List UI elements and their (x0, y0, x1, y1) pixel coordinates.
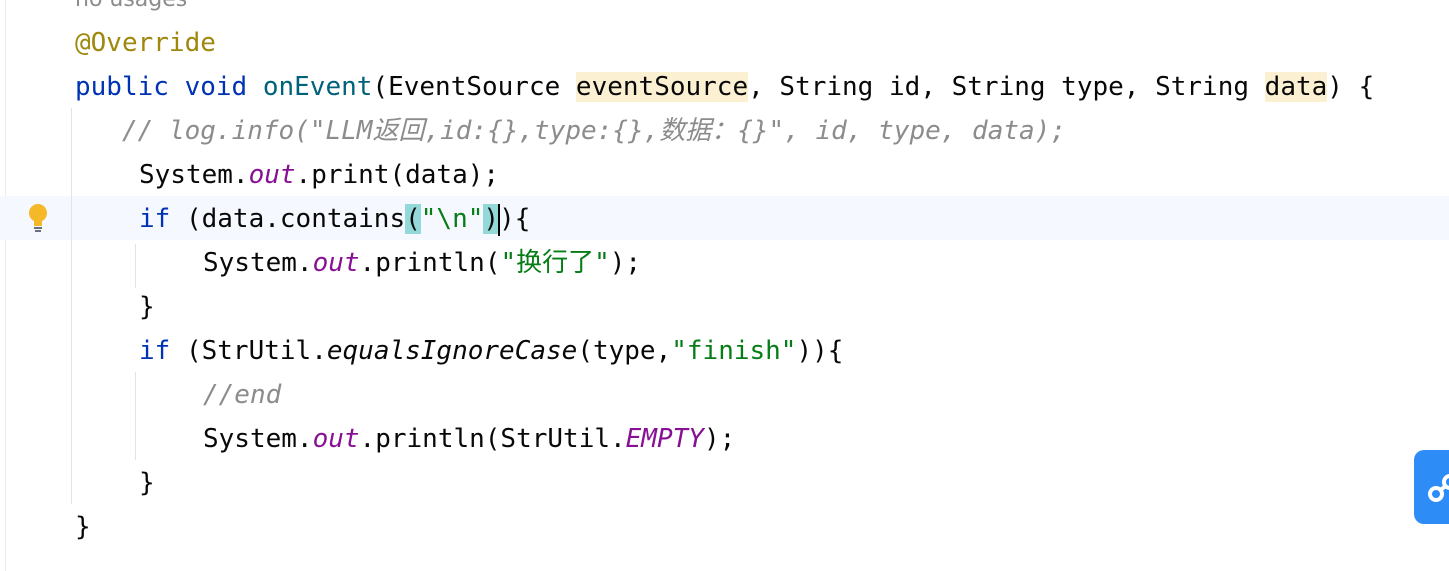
println-newline-line: System.out.println("换行了"); (203, 241, 641, 285)
lightbulb-icon[interactable] (27, 203, 49, 233)
print-call: .print(data); (295, 160, 500, 190)
statement-end: ); (703, 424, 736, 454)
ai-assistant-icon (1428, 474, 1449, 502)
empty-constant: EMPTY (625, 424, 704, 454)
system-ref: System. (203, 424, 313, 454)
finish-string: "finish" (671, 336, 797, 366)
if-close: ){ (499, 204, 531, 234)
usages-inlay-hint[interactable]: no usages (75, 0, 187, 22)
param-type: EventSource (388, 72, 576, 102)
println-empty-line: System.out.println(StrUtil.EMPTY); (203, 417, 735, 461)
out-field: out (312, 248, 360, 278)
ai-assistant-button[interactable] (1414, 450, 1449, 524)
code-editor[interactable]: no usages @Override public void onEvent(… (0, 0, 1449, 571)
equals-ignore-case-method: equalsIgnoreCase (326, 336, 578, 366)
param-list: , String id, String type, String (748, 72, 1265, 102)
if-keyword: if (139, 336, 171, 366)
signature-tail: ) { (1327, 72, 1375, 102)
system-ref: System. (139, 160, 249, 190)
modifier-keywords: public void (75, 72, 263, 102)
param-data: data (1264, 72, 1328, 102)
method-closing-brace: } (75, 512, 91, 542)
param-event-source: eventSource (575, 72, 749, 102)
println-call: .println(StrUtil. (359, 424, 626, 454)
println-call: .println( (359, 248, 501, 278)
if-contains-line: if (data.contains("\n")){ (139, 197, 530, 241)
if-close: )){ (796, 336, 844, 366)
out-field: out (312, 424, 360, 454)
indent-guide (135, 372, 136, 460)
print-statement-line: System.out.print(data); (139, 153, 499, 197)
override-annotation: @Override (75, 28, 216, 58)
gutter-divider (5, 0, 6, 571)
indent-guide (71, 108, 72, 504)
newline-message-string: "换行了" (500, 248, 610, 278)
method-signature-line: public void onEvent(EventSource eventSou… (75, 65, 1374, 109)
statement-end: ); (609, 248, 642, 278)
closing-brace: } (139, 292, 155, 322)
if-keyword: if (139, 204, 171, 234)
indent-guide (135, 244, 136, 288)
log-comment-line: // log.info("LLM返回,id:{},type:{},数据：{}",… (122, 116, 1066, 146)
open-paren: ( (372, 72, 389, 102)
end-comment: //end (203, 380, 282, 410)
matched-left-paren: ( (405, 204, 421, 234)
contains-call: (data.contains (170, 204, 406, 234)
closing-brace: } (139, 468, 155, 498)
system-ref: System. (203, 248, 313, 278)
newline-string: "\n" (420, 204, 484, 234)
method-args: (type, (577, 336, 672, 366)
method-name: onEvent (262, 72, 373, 102)
matched-right-paren: ) (483, 204, 500, 234)
strutil-ref: (StrUtil. (170, 336, 327, 366)
out-field: out (248, 160, 296, 190)
if-finish-line: if (StrUtil.equalsIgnoreCase(type,"finis… (139, 329, 843, 373)
